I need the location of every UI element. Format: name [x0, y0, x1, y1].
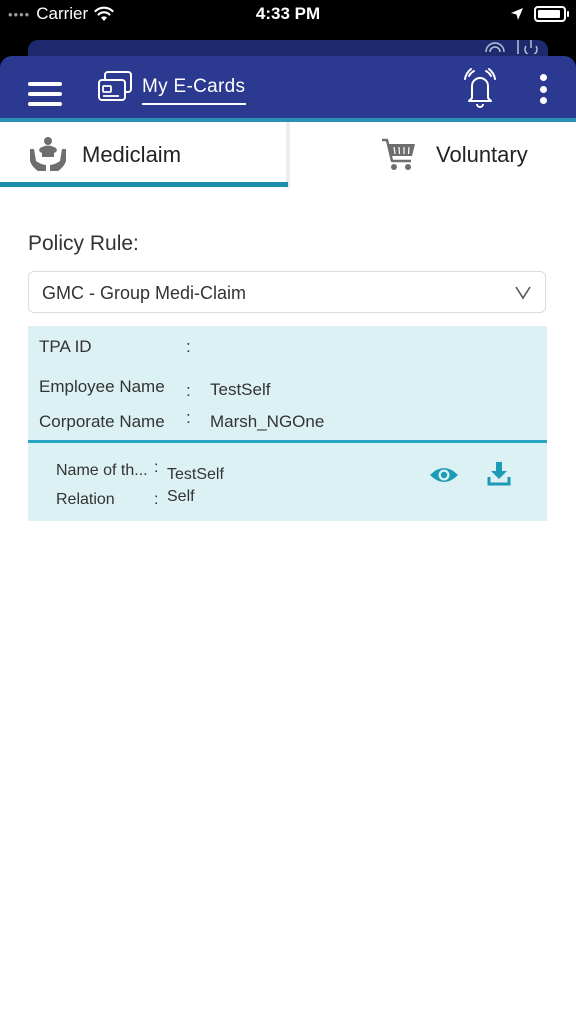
tab-active-indicator — [0, 182, 288, 187]
kebab-icon-dot — [539, 97, 547, 104]
tab-mediclaim[interactable]: Mediclaim — [0, 122, 286, 188]
corporate-name-value: Marsh_NGOne — [210, 412, 325, 431]
policy-rule-value: GMC - Group Medi-Claim — [42, 283, 247, 303]
download-ecard-icon[interactable] — [487, 461, 511, 487]
tpa-id-row: TPA ID : — [39, 337, 191, 357]
member-name-separator: : — [154, 459, 159, 476]
employee-name-label: Employee Name — [39, 377, 165, 396]
family-care-icon — [30, 137, 66, 171]
cart-icon — [382, 138, 415, 170]
more-options-button[interactable] — [536, 74, 550, 104]
bell-icon[interactable] — [460, 68, 500, 108]
status-bar: •••• Carrier 4:33 PM — [0, 0, 576, 30]
member-name-value: TestSelf — [167, 466, 224, 483]
tab-voluntary-label: Voluntary — [436, 142, 528, 167]
background-icons — [482, 40, 540, 54]
power-icon — [517, 40, 538, 54]
battery-icon — [534, 6, 569, 22]
tab-bar: Mediclaim Voluntary — [0, 118, 576, 188]
member-card: Name of th... : TestSelf Relation : Self — [28, 443, 547, 521]
title-underline — [142, 103, 246, 105]
policy-rule-dropdown[interactable]: GMC - Group Medi-Claim — [28, 271, 546, 313]
employee-name-value: TestSelf — [210, 380, 271, 399]
menu-button[interactable] — [28, 82, 62, 106]
tpa-id-label: TPA ID — [39, 337, 92, 356]
employee-name-row: Employee Name : TestSelf — [39, 377, 270, 400]
corporate-name-label: Corporate Name — [39, 412, 165, 431]
corporate-name-row: Corporate Name : Marsh_NGOne — [39, 408, 324, 432]
hamburger-icon-line — [28, 102, 62, 106]
page-title-wrap: My E-Cards — [142, 76, 246, 105]
hamburger-icon-line — [28, 82, 62, 86]
status-right — [510, 6, 569, 22]
member-name-label: Name of th... — [56, 462, 148, 479]
app-header: My E-Cards — [0, 56, 576, 118]
member-relation-row: Relation : Self — [56, 488, 195, 509]
kebab-icon-dot — [539, 74, 547, 81]
alarm-waves-icon — [485, 42, 505, 53]
page-title: My E-Cards — [142, 76, 246, 97]
member-relation-separator: : — [154, 491, 159, 508]
view-ecard-eye-icon[interactable] — [429, 463, 459, 487]
kebab-icon-dot — [539, 85, 547, 93]
tab-mediclaim-label: Mediclaim — [82, 142, 182, 167]
tpa-id-separator: : — [186, 337, 191, 356]
ecard-icon — [98, 71, 132, 101]
tab-voluntary[interactable]: Voluntary — [290, 122, 576, 188]
member-relation-label: Relation — [56, 491, 115, 508]
member-name-row: Name of th... : TestSelf — [56, 459, 224, 483]
employee-name-separator: : — [186, 381, 191, 400]
location-arrow-icon — [511, 8, 523, 20]
chevron-down-icon — [515, 286, 531, 300]
corporate-name-separator: : — [186, 408, 191, 427]
member-relation-value: Self — [167, 488, 195, 505]
status-time: 4:33 PM — [255, 4, 321, 23]
policy-rule-label: Policy Rule: — [28, 232, 139, 255]
policy-info-card: TPA ID : Employee Name : TestSelf Corpor… — [28, 326, 547, 442]
hamburger-icon-line — [28, 92, 62, 96]
